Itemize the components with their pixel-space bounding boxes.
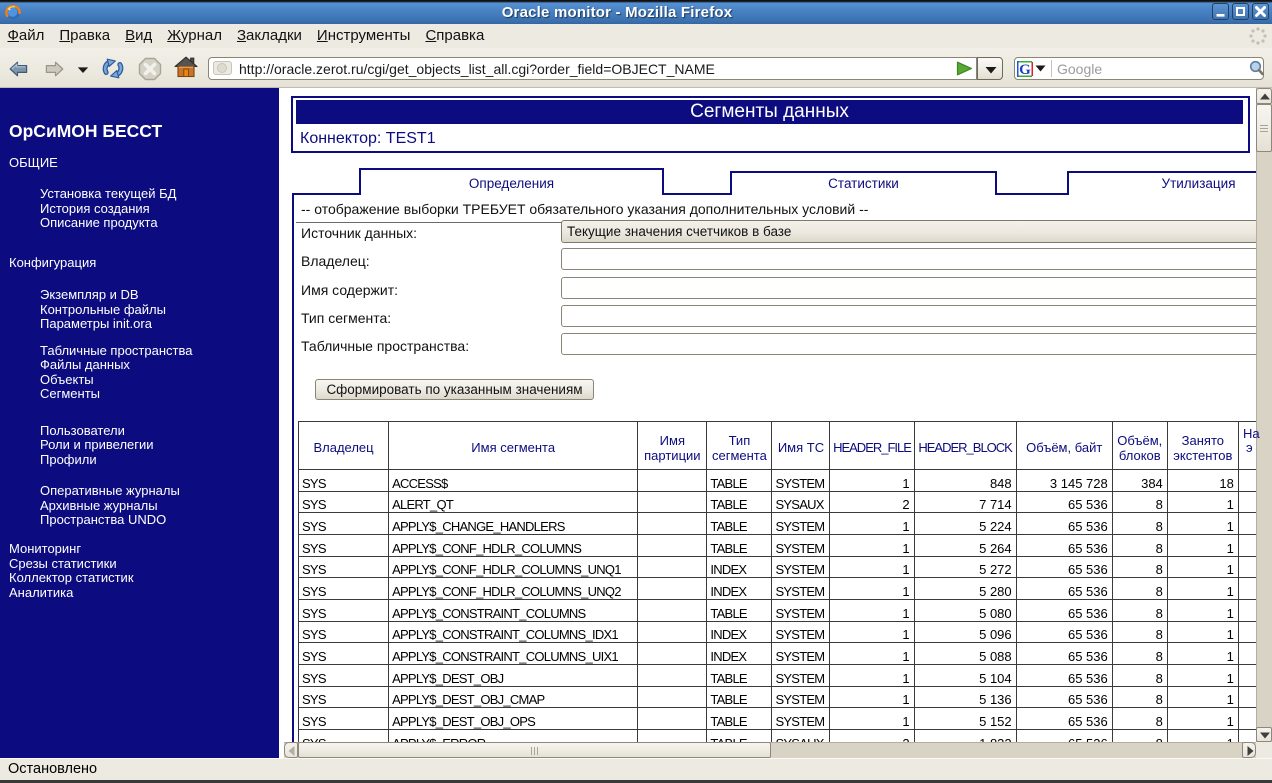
svg-text:G: G — [1019, 62, 1031, 77]
